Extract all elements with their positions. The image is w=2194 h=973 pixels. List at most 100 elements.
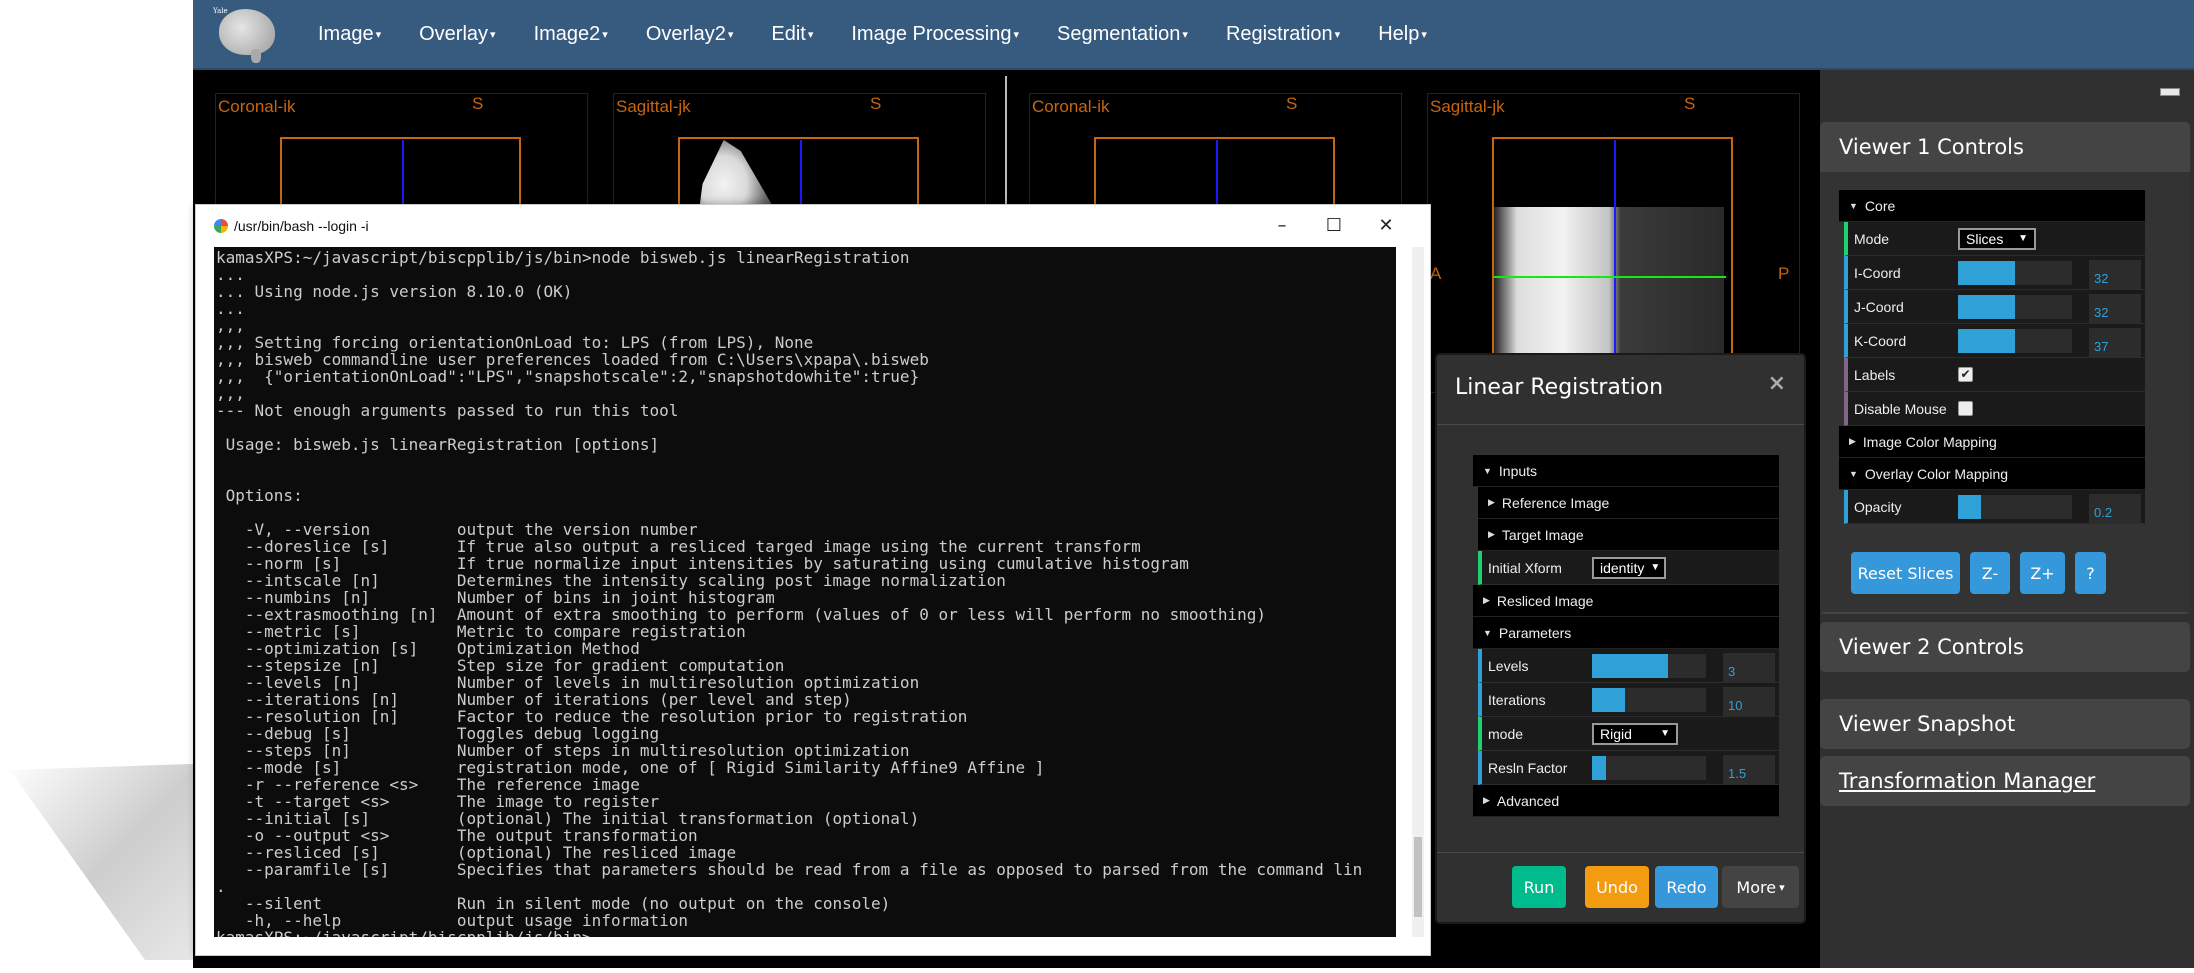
reset-slices-button[interactable]: Reset Slices [1851, 552, 1960, 594]
folder-resliced-image[interactable]: ▶ Resliced Image [1473, 585, 1779, 617]
menu-label: Image [318, 22, 374, 45]
undo-button[interactable]: Undo [1585, 866, 1649, 908]
slider-fill [1958, 494, 1981, 519]
dropdown-arrow-icon: ▼ [1650, 562, 1661, 573]
minimize-icon[interactable]: – [1256, 211, 1308, 241]
mode-row: Mode Slices ▼ [1844, 222, 2145, 256]
i-coord-input[interactable]: 32 [2089, 260, 2141, 290]
run-button[interactable]: Run [1512, 866, 1566, 908]
menu-overlay2[interactable]: Overlay2 ▾ [627, 23, 753, 46]
menu-segmentation[interactable]: Segmentation ▾ [1038, 23, 1207, 46]
caret-down-icon: ▼ [1483, 627, 1492, 638]
main-menu: Image ▾ Overlay ▾ Image2 ▾ Overlay2 ▾ Edit ▾ … [299, 23, 1446, 46]
menu-label: Help [1378, 22, 1420, 45]
folder-overlay-color-mapping[interactable]: ▼ Overlay Color Mapping [1839, 458, 2145, 490]
viewer2-controls-title[interactable]: Viewer 2 Controls [1820, 622, 2190, 672]
initial-xform-select[interactable]: identity ▼ [1592, 556, 1666, 579]
folder-parameters[interactable]: ▼ Parameters [1473, 617, 1779, 649]
mode-row: mode Rigid ▼ [1478, 717, 1779, 751]
menu-overlay[interactable]: Overlay ▾ [400, 23, 514, 46]
folder-label: Inputs [1498, 462, 1538, 479]
linear-registration-dialog: Linear Registration × ▼ Inputs ▶ Reference… [1435, 353, 1806, 924]
menu-image2[interactable]: Image2 ▾ [515, 23, 627, 46]
folder-inputs[interactable]: ▼ Inputs [1473, 455, 1779, 487]
k-coord-input[interactable]: 37 [2089, 328, 2141, 358]
orientation-top-label: S [870, 94, 882, 113]
terminal-scrollbar[interactable] [1412, 247, 1424, 937]
levels-input[interactable]: 3 [1723, 653, 1775, 683]
caret-right-icon: ▶ [1483, 595, 1490, 605]
k-coord-row: K-Coord 37 [1844, 324, 2145, 358]
viewer1-controls-title[interactable]: Viewer 1 Controls [1820, 122, 2190, 172]
bash-terminal-window[interactable]: /usr/bin/bash --login -i – ☐ ✕ kamasXPS:… [195, 204, 1431, 956]
terminal-titlebar[interactable]: /usr/bin/bash --login -i – ☐ ✕ [196, 205, 1430, 247]
dialog-header[interactable]: Linear Registration × [1437, 355, 1804, 425]
scrollbar-thumb[interactable] [1414, 837, 1422, 917]
mode-select[interactable]: Slices ▼ [1958, 227, 2036, 250]
folder-advanced[interactable]: ▶ Advanced [1473, 785, 1779, 817]
transformation-manager-link[interactable]: Transformation Manager [1820, 756, 2190, 806]
terminal-line: ,,, {"orientationOnLoad":"LPS","snapshot… [216, 367, 920, 386]
collapse-panel-button[interactable] [2160, 88, 2180, 96]
folder-label: Resliced Image [1496, 592, 1594, 609]
menu-label: Overlay2 [645, 22, 726, 45]
folder-target-image[interactable]: ▶ Target Image [1478, 519, 1779, 551]
menu-help[interactable]: Help ▾ [1359, 23, 1446, 46]
folder-label: Reference Image [1501, 494, 1610, 511]
help-button[interactable]: ? [2075, 552, 2106, 594]
labels-checkbox[interactable]: ✔ [1958, 367, 1973, 382]
close-icon[interactable]: ✕ [1360, 211, 1412, 241]
terminal-line: --levels [n] Number of levels in multire… [216, 673, 920, 692]
menu-image-processing[interactable]: Image Processing ▾ [832, 23, 1038, 46]
folder-image-color-mapping[interactable]: ▶ Image Color Mapping [1839, 426, 2145, 458]
terminal-line: --initial [s] (optional) The initial tra… [216, 809, 920, 828]
terminal-line: --mode [s] registration mode, one of [ R… [216, 758, 1045, 777]
disable-mouse-checkbox[interactable] [1958, 401, 1973, 416]
view-label: Coronal-ik [218, 97, 296, 116]
zoom-out-button[interactable]: Z- [1970, 552, 2010, 594]
viewer2-controls-card[interactable]: Viewer 2 Controls [1820, 622, 2190, 672]
opacity-input[interactable]: 0.2 [2089, 494, 2141, 524]
opacity-slider[interactable] [1958, 494, 2072, 519]
resln-factor-label: Resln Factor [1488, 759, 1568, 776]
select-value: Slices [1966, 230, 2004, 247]
resln-factor-slider[interactable] [1592, 755, 1706, 780]
j-coord-label: J-Coord [1854, 298, 1904, 315]
terminal-line: --extrasmoothing [n] Amount of extra smo… [216, 605, 1266, 624]
menu-registration[interactable]: Registration ▾ [1207, 23, 1359, 46]
levels-slider[interactable] [1592, 653, 1706, 678]
zoom-in-button[interactable]: Z+ [2020, 552, 2065, 594]
viewer1-gui: ▼ Core Mode Slices ▼ I-Coord 32 J-Coord 32 [1839, 190, 2145, 524]
caret-down-icon: ▼ [1849, 468, 1858, 479]
brain-logo-icon[interactable]: Yale [213, 3, 279, 65]
close-icon[interactable]: × [1768, 371, 1786, 396]
viewer2-sagittal-panel[interactable]: Sagittal-jk S A P [1427, 93, 1800, 393]
menu-image[interactable]: Image ▾ [299, 23, 400, 46]
terminal-line: --resolution [n] Factor to reduce the re… [216, 707, 968, 726]
j-coord-slider[interactable] [1958, 294, 2072, 319]
terminal-line: --debug [s] Toggles debug logging [216, 724, 660, 743]
terminal-output[interactable]: kamasXPS:~/javascript/biscpplib/js/bin>n… [214, 247, 1396, 937]
j-coord-row: J-Coord 32 [1844, 290, 2145, 324]
caret-down-icon: ▾ [1779, 880, 1785, 894]
i-coord-slider[interactable] [1958, 260, 2072, 285]
folder-core[interactable]: ▼ Core [1839, 190, 2145, 222]
iterations-slider[interactable] [1592, 687, 1706, 712]
orientation-right-label: P [1778, 264, 1790, 283]
menu-edit[interactable]: Edit ▾ [752, 23, 832, 46]
maximize-icon[interactable]: ☐ [1308, 211, 1360, 241]
redo-button[interactable]: Redo [1655, 866, 1718, 908]
more-dropdown-button[interactable]: More ▾ [1722, 866, 1799, 908]
viewer-snapshot-title[interactable]: Viewer Snapshot [1820, 699, 2190, 749]
transformation-manager-card[interactable]: Transformation Manager [1820, 756, 2190, 806]
folder-label: Parameters [1498, 624, 1572, 641]
folder-reference-image[interactable]: ▶ Reference Image [1478, 487, 1779, 519]
iterations-input[interactable]: 10 [1723, 687, 1775, 717]
mode-select[interactable]: Rigid ▼ [1592, 722, 1678, 745]
mode-label: mode [1488, 725, 1524, 742]
resln-factor-input[interactable]: 1.5 [1723, 755, 1775, 785]
terminal-line: --numbins [n] Number of bins in joint hi… [216, 588, 775, 607]
viewer-snapshot-card[interactable]: Viewer Snapshot [1820, 699, 2190, 749]
j-coord-input[interactable]: 32 [2089, 294, 2141, 324]
k-coord-slider[interactable] [1958, 328, 2072, 353]
